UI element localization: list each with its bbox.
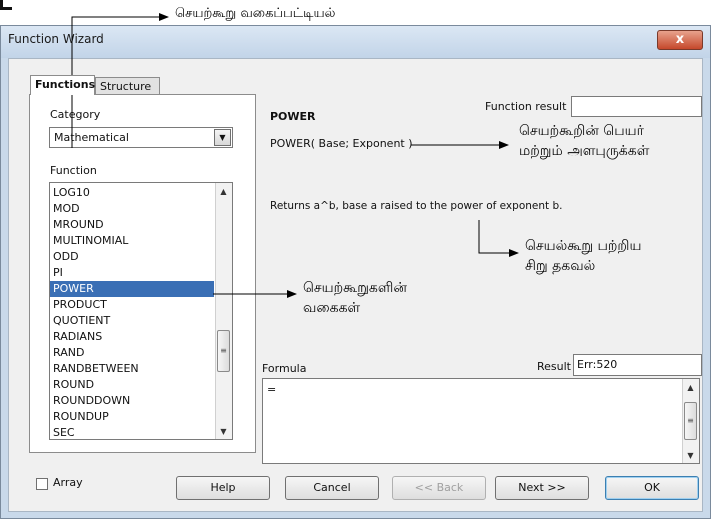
ok-button[interactable]: OK (605, 476, 699, 500)
function-label: Function (50, 164, 97, 177)
list-item[interactable]: ROUNDDOWN (50, 393, 214, 409)
scroll-up-icon[interactable]: ▲ (682, 383, 699, 392)
list-item[interactable]: RAND (50, 345, 214, 361)
function-list-scrollbar[interactable] (215, 183, 232, 439)
scrollbar-thumb[interactable]: ≡ (217, 330, 230, 372)
list-item-selected[interactable]: POWER (50, 281, 214, 297)
list-item[interactable]: LOG10 (50, 185, 214, 201)
result-label: Result (537, 360, 571, 373)
annotation-types: செயற்கூறுகளின் வகைகள் (303, 278, 407, 318)
scroll-down-icon[interactable]: ▼ (682, 451, 699, 460)
annotation-line: சிறு தகவல் (525, 258, 596, 274)
scroll-down-icon[interactable]: ▼ (215, 427, 232, 436)
scrollbar-thumb[interactable]: ≡ (684, 402, 697, 440)
list-item[interactable]: MULTINOMIAL (50, 233, 214, 249)
function-name: POWER (270, 110, 316, 123)
list-item[interactable]: PRODUCT (50, 297, 214, 313)
formula-label: Formula (262, 362, 307, 375)
function-syntax: POWER( Base; Exponent ) (270, 137, 413, 150)
annotation-line: செயற்கூறுகளின் (303, 280, 407, 296)
back-button[interactable]: << Back (392, 476, 486, 500)
function-description: Returns a^b, base a raised to the power … (270, 200, 563, 212)
formula-input[interactable]: = (262, 378, 700, 464)
tab-structure[interactable]: Structure (95, 77, 160, 95)
annotation-name-params: செயற்கூறின் பெயர் மற்றும் அளபுருக்கள் (519, 121, 649, 161)
annotation-line: செயற்கூறின் பெயர் (519, 123, 644, 139)
list-item[interactable]: SEC (50, 425, 214, 439)
list-item[interactable]: RADIANS (50, 329, 214, 345)
category-label: Category (50, 108, 101, 121)
corner-mark (0, 0, 12, 10)
window-title: Function Wizard (8, 32, 104, 46)
list-item[interactable]: QUOTIENT (50, 313, 214, 329)
list-item[interactable]: MOD (50, 201, 214, 217)
list-item[interactable]: MROUND (50, 217, 214, 233)
list-item[interactable]: ODD (50, 249, 214, 265)
help-button[interactable]: Help (176, 476, 270, 500)
chevron-down-icon[interactable]: ▼ (214, 129, 231, 146)
category-select[interactable]: Mathematical (49, 127, 233, 148)
tab-functions[interactable]: Functions (30, 75, 95, 95)
cancel-button[interactable]: Cancel (285, 476, 379, 500)
function-list[interactable]: LOG10 MOD MROUND MULTINOMIAL ODD PI POWE… (49, 182, 233, 440)
result-field: Err:520 (573, 354, 702, 376)
list-item[interactable]: ROUNDUP (50, 409, 214, 425)
title-bar[interactable] (1, 26, 710, 58)
annotation-line: மற்றும் அளபுருக்கள் (519, 143, 650, 159)
close-button[interactable]: x (657, 30, 703, 50)
list-item[interactable]: RANDBETWEEN (50, 361, 214, 377)
scroll-up-icon[interactable]: ▲ (215, 187, 232, 196)
function-result-label: Function result (485, 100, 567, 113)
list-item[interactable]: PI (50, 265, 214, 281)
annotation-line: வகைகள் (303, 300, 361, 316)
annotation-line: செயல்கூறு பற்றிய (525, 238, 642, 254)
next-button[interactable]: Next >> (495, 476, 589, 500)
array-label: Array (53, 476, 83, 489)
list-item[interactable]: ROUND (50, 377, 214, 393)
annotation-info: செயல்கூறு பற்றிய சிறு தகவல் (525, 236, 641, 276)
annotation-function-list: செயற்கூறு வகைப்பட்டியல் (175, 6, 336, 21)
array-checkbox[interactable] (36, 478, 48, 490)
function-result-field (571, 96, 702, 117)
